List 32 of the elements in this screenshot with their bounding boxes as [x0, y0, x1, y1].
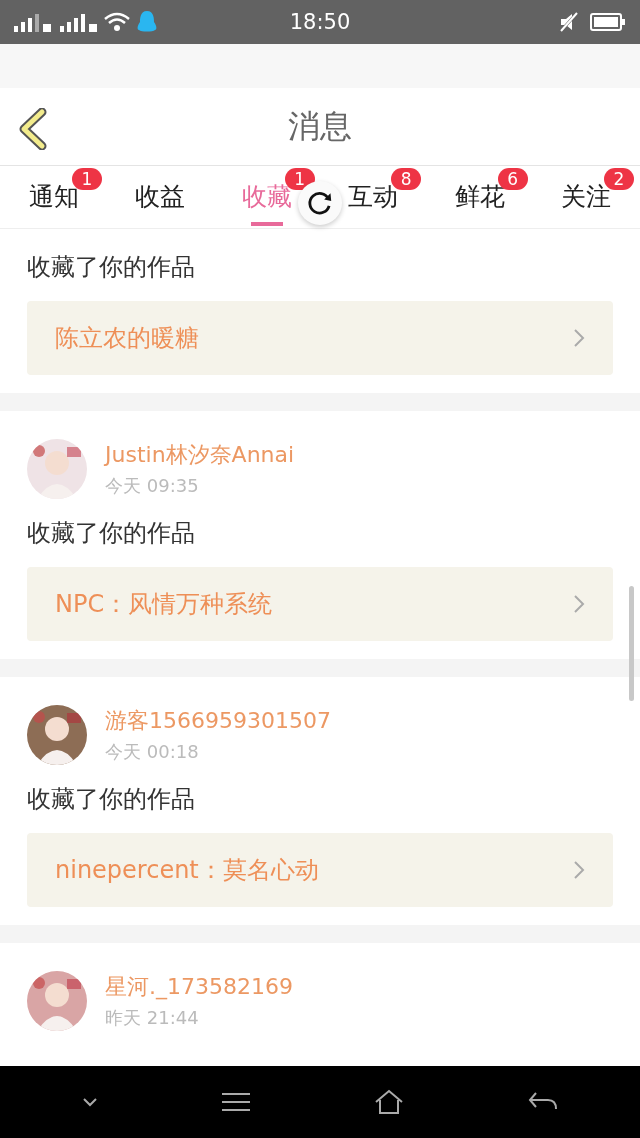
status-time: 18:50: [289, 10, 351, 34]
message-text: 收藏了你的作品: [27, 252, 196, 283]
back-icon[interactable]: [18, 108, 48, 150]
work-link[interactable]: ninepercent：莫名心动: [27, 833, 613, 907]
user-name[interactable]: 星河._173582169: [105, 972, 293, 1002]
work-link[interactable]: 陈立农的暖糖: [27, 301, 613, 375]
page-title: 消息: [288, 105, 352, 147]
wifi-icon: [104, 12, 130, 32]
work-link[interactable]: NPC：风情万种系统: [27, 567, 613, 641]
refresh-icon: [306, 189, 334, 217]
home-icon[interactable]: [374, 1089, 404, 1115]
message-time: 昨天 21:44: [105, 1006, 200, 1030]
tab-underline: [250, 222, 283, 226]
count-badge: 2: [603, 168, 634, 190]
mute-icon: [558, 11, 580, 33]
tab[interactable]: 收益: [135, 182, 186, 212]
message-time: 今天 00:18: [105, 740, 200, 764]
chevron-right-icon: [573, 594, 585, 614]
menu-icon[interactable]: [222, 1092, 250, 1112]
message-text: 收藏了你的作品: [27, 784, 196, 815]
user-name[interactable]: 游客1566959301507: [105, 706, 331, 736]
message-text: 收藏了你的作品: [27, 518, 196, 549]
chevron-down-icon[interactable]: [82, 1097, 98, 1107]
signal-icon: [14, 12, 54, 32]
battery-icon: [590, 12, 626, 32]
message-time: 今天 09:35: [105, 474, 200, 498]
count-badge: 8: [391, 168, 422, 190]
chevron-right-icon: [573, 328, 585, 348]
user-name[interactable]: Justin林汐奈Annai: [105, 440, 295, 470]
penguin-icon: [136, 10, 158, 34]
signal-icon: [60, 12, 100, 32]
chevron-right-icon: [573, 860, 585, 880]
